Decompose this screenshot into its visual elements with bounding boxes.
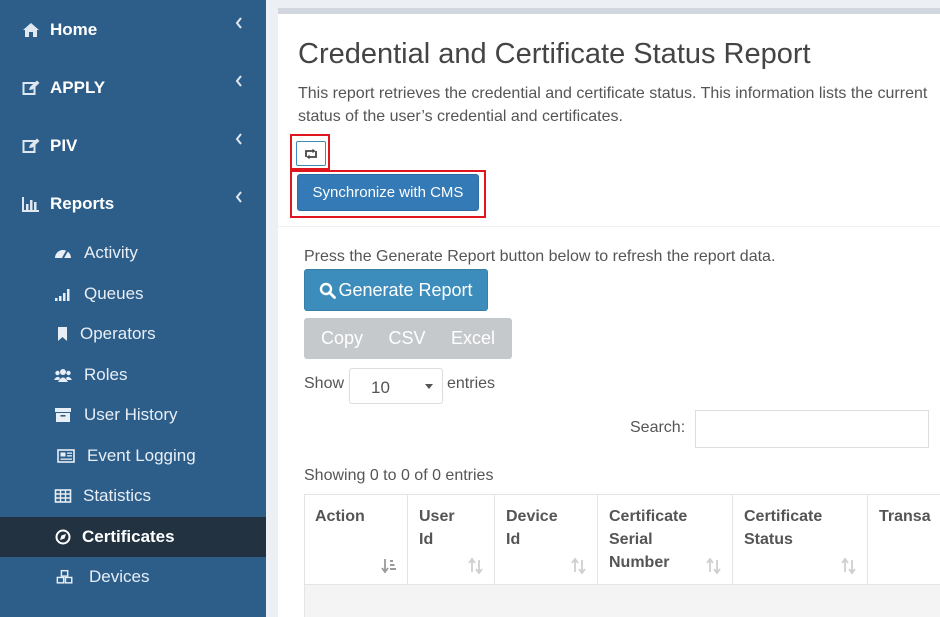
sidebar-item-home[interactable]: Home — [0, 2, 266, 58]
sort-icon — [706, 557, 721, 575]
sidebar-item-apply[interactable]: APPLY — [0, 60, 266, 116]
column-header-label: Device — [506, 508, 558, 525]
newspaper-icon — [57, 449, 75, 463]
csv-button[interactable]: CSV — [376, 318, 438, 359]
sidebar-item-certificates[interactable]: Certificates — [0, 517, 266, 557]
sidebar: Home APPLY PIV Reports Activity Queues O… — [0, 0, 266, 617]
column-header-label: Transa — [879, 508, 931, 525]
sidebar-item-label: Queues — [84, 284, 144, 303]
sidebar-item-roles[interactable]: Roles — [0, 355, 266, 395]
divider — [278, 226, 940, 227]
chevron-left-icon — [235, 17, 242, 29]
search-input[interactable] — [695, 410, 929, 448]
copy-button[interactable]: Copy — [304, 318, 376, 359]
sidebar-item-label: User History — [84, 405, 178, 424]
report-box: Credential and Certificate Status Report… — [278, 14, 940, 617]
sort-icon — [841, 557, 856, 575]
table-info: Showing 0 to 0 of 0 entries — [304, 467, 494, 484]
column-header-user-id[interactable]: User Id — [408, 495, 495, 585]
table-icon — [54, 489, 72, 503]
sort-icon — [468, 557, 483, 575]
sidebar-item-label: Roles — [84, 365, 128, 384]
generate-report-label: Generate Report — [338, 279, 473, 300]
sidebar-item-label: Event Logging — [87, 446, 196, 465]
column-header-action[interactable]: Action — [304, 495, 408, 585]
page-title: Credential and Certificate Status Report — [298, 38, 811, 70]
signal-icon — [55, 289, 70, 301]
report-table: Action User Id Device Id Certificate Ser… — [304, 494, 940, 617]
generate-report-button[interactable]: Generate Report — [304, 269, 488, 311]
column-header-label: Id — [419, 531, 434, 548]
dropdown-arrow-icon — [425, 384, 433, 389]
column-header-label: Certificate — [609, 508, 688, 525]
column-header-label: Serial — [609, 531, 653, 548]
sidebar-item-label: Home — [50, 20, 98, 39]
column-header-label: Action — [315, 508, 365, 525]
sidebar-item-queues[interactable]: Queues — [0, 274, 266, 314]
sidebar-item-label: Operators — [80, 324, 156, 343]
chevron-left-icon — [235, 191, 242, 203]
sidebar-item-activity[interactable]: Activity — [0, 233, 266, 273]
page-description: This report retrieves the credential and… — [298, 85, 928, 125]
sidebar-item-label: APPLY — [50, 78, 106, 97]
entries-label: entries — [447, 375, 496, 392]
column-header-certificate-status[interactable]: Certificate Status — [733, 495, 868, 585]
search-label: Search: — [630, 419, 686, 436]
sort-icon — [571, 557, 586, 575]
column-header-certificate-serial-number[interactable]: Certificate Serial Number — [598, 495, 733, 585]
sidebar-item-user-history[interactable]: User History — [0, 395, 266, 435]
excel-button[interactable]: Excel — [438, 318, 512, 359]
sidebar-item-event-logging[interactable]: Event Logging — [0, 436, 266, 476]
synchronize-cms-button[interactable]: Synchronize with CMS — [297, 174, 479, 211]
chevron-left-icon — [235, 75, 242, 87]
archive-icon — [55, 408, 71, 422]
export-button-group: Copy CSV Excel — [304, 318, 512, 359]
search-icon — [320, 282, 337, 299]
users-icon — [54, 369, 72, 382]
home-icon — [23, 23, 39, 37]
edit-icon — [22, 138, 40, 153]
bookmark-icon — [58, 327, 67, 341]
page-length-value: 10 — [371, 378, 390, 397]
sidebar-item-operators[interactable]: Operators — [0, 314, 266, 354]
instruction-text: Press the Generate Report button below t… — [304, 248, 776, 265]
column-header-label: Id — [506, 531, 521, 548]
sidebar-item-reports[interactable]: Reports — [0, 176, 266, 232]
compass-icon — [55, 529, 71, 545]
chevron-left-icon — [235, 133, 242, 145]
column-header-label: User — [419, 508, 455, 525]
table-header: Action User Id Device Id Certificate Ser… — [304, 494, 940, 585]
cubes-icon — [56, 569, 73, 584]
sidebar-item-label: Statistics — [83, 486, 152, 505]
sidebar-item-label: Certificates — [82, 527, 175, 546]
sidebar-item-label: Reports — [50, 194, 115, 213]
column-header-label: Status — [744, 531, 793, 548]
sidebar-item-statistics[interactable]: Statistics — [0, 476, 266, 516]
bar-chart-icon — [22, 197, 39, 212]
column-header-label: Certificate — [744, 508, 823, 525]
column-header-transaction[interactable]: Transa — [868, 495, 940, 585]
show-label: Show — [304, 375, 345, 392]
sidebar-item-label: PIV — [50, 136, 78, 155]
sidebar-item-devices[interactable]: Devices — [0, 557, 266, 597]
edit-icon — [22, 80, 40, 95]
column-header-device-id[interactable]: Device Id — [495, 495, 598, 585]
sidebar-item-label: Devices — [89, 567, 150, 586]
table-body-empty — [304, 585, 940, 617]
page-length-select[interactable]: 10 — [349, 368, 443, 404]
sidebar-item-piv[interactable]: PIV — [0, 118, 266, 174]
dashboard-icon — [55, 250, 71, 259]
sort-asc-icon — [381, 559, 396, 574]
sync-icon-button[interactable] — [296, 141, 326, 166]
retweet-icon — [305, 148, 317, 159]
main-content: Credential and Certificate Status Report… — [266, 0, 940, 617]
sidebar-item-label: Activity — [84, 243, 138, 262]
